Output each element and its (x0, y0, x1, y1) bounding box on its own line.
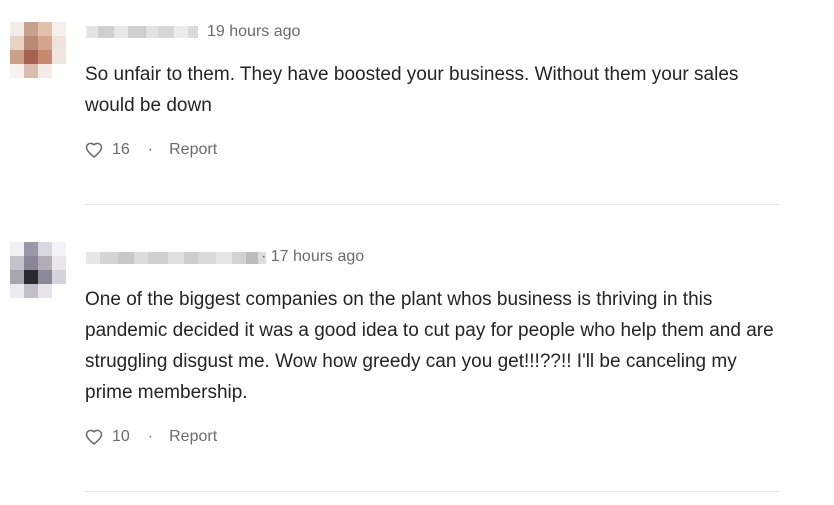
comment-actions: 10 · Report (84, 425, 217, 449)
avatar-pixel (38, 22, 52, 36)
avatar[interactable] (10, 22, 66, 78)
report-link[interactable]: Report (169, 428, 217, 446)
avatar-pixel (24, 270, 38, 284)
comment-timestamp[interactable]: · 17 hours ago (261, 248, 364, 266)
avatar-pixel (52, 242, 66, 256)
avatar-pixel (52, 50, 66, 64)
like-count: 16 (112, 141, 130, 158)
name-blur-block (188, 26, 198, 38)
avatar-pixel (24, 50, 38, 64)
avatar-pixel (52, 22, 66, 36)
author-name-blurred[interactable] (86, 251, 266, 265)
comment-actions: 16 · Report (84, 138, 217, 162)
comment-timestamp[interactable]: 19 hours ago (207, 23, 300, 41)
name-blur-block (174, 26, 188, 38)
comment-text: One of the biggest companies on the plan… (85, 289, 774, 403)
divider (85, 491, 779, 492)
author-name-blurred[interactable] (86, 25, 198, 39)
name-blur-block (134, 252, 148, 264)
name-blur-block (246, 252, 258, 264)
name-blur-block (184, 252, 198, 264)
name-blur-block (114, 26, 128, 38)
avatar-pixel (24, 22, 38, 36)
avatar-pixel (10, 242, 24, 256)
avatar-pixel (10, 270, 24, 284)
name-blur-block (118, 252, 134, 264)
avatar-pixel (24, 242, 38, 256)
name-blur-block (98, 26, 114, 38)
name-blur-block (216, 252, 232, 264)
divider (85, 204, 779, 205)
name-blur-block (148, 252, 168, 264)
name-blur-block (198, 252, 216, 264)
avatar-pixel (10, 64, 24, 78)
separator-dot: · (147, 141, 154, 158)
avatar-pixel (38, 64, 52, 78)
avatar-pixel (24, 36, 38, 50)
avatar-pixel (10, 50, 24, 64)
comment-text: So unfair to them. They have boosted you… (85, 64, 739, 116)
like-count: 10 (112, 428, 130, 445)
avatar[interactable] (10, 242, 66, 298)
name-blur-block (86, 252, 100, 264)
name-blur-block (86, 26, 98, 38)
avatar-pixel (52, 36, 66, 50)
heart-icon[interactable] (84, 140, 104, 160)
avatar-pixel (38, 242, 52, 256)
avatar-pixel (38, 284, 52, 298)
avatar-pixel (38, 256, 52, 270)
avatar-pixel (10, 36, 24, 50)
avatar-pixel (24, 64, 38, 78)
name-blur-block (146, 26, 158, 38)
name-blur-block (168, 252, 184, 264)
report-link[interactable]: Report (169, 141, 217, 159)
avatar-pixel (24, 284, 38, 298)
avatar-pixel (10, 256, 24, 270)
avatar-pixel (52, 64, 66, 78)
heart-icon[interactable] (84, 427, 104, 447)
avatar-pixel (24, 256, 38, 270)
avatar-pixel (38, 36, 52, 50)
avatar-pixel (52, 270, 66, 284)
avatar-pixel (38, 50, 52, 64)
avatar-pixel (52, 256, 66, 270)
separator-dot: · (147, 428, 154, 445)
avatar-pixel (10, 22, 24, 36)
name-blur-block (128, 26, 146, 38)
name-blur-block (232, 252, 246, 264)
avatar-pixel (52, 284, 66, 298)
name-blur-block (158, 26, 174, 38)
name-blur-block (100, 252, 118, 264)
avatar-pixel (10, 284, 24, 298)
avatar-pixel (38, 270, 52, 284)
